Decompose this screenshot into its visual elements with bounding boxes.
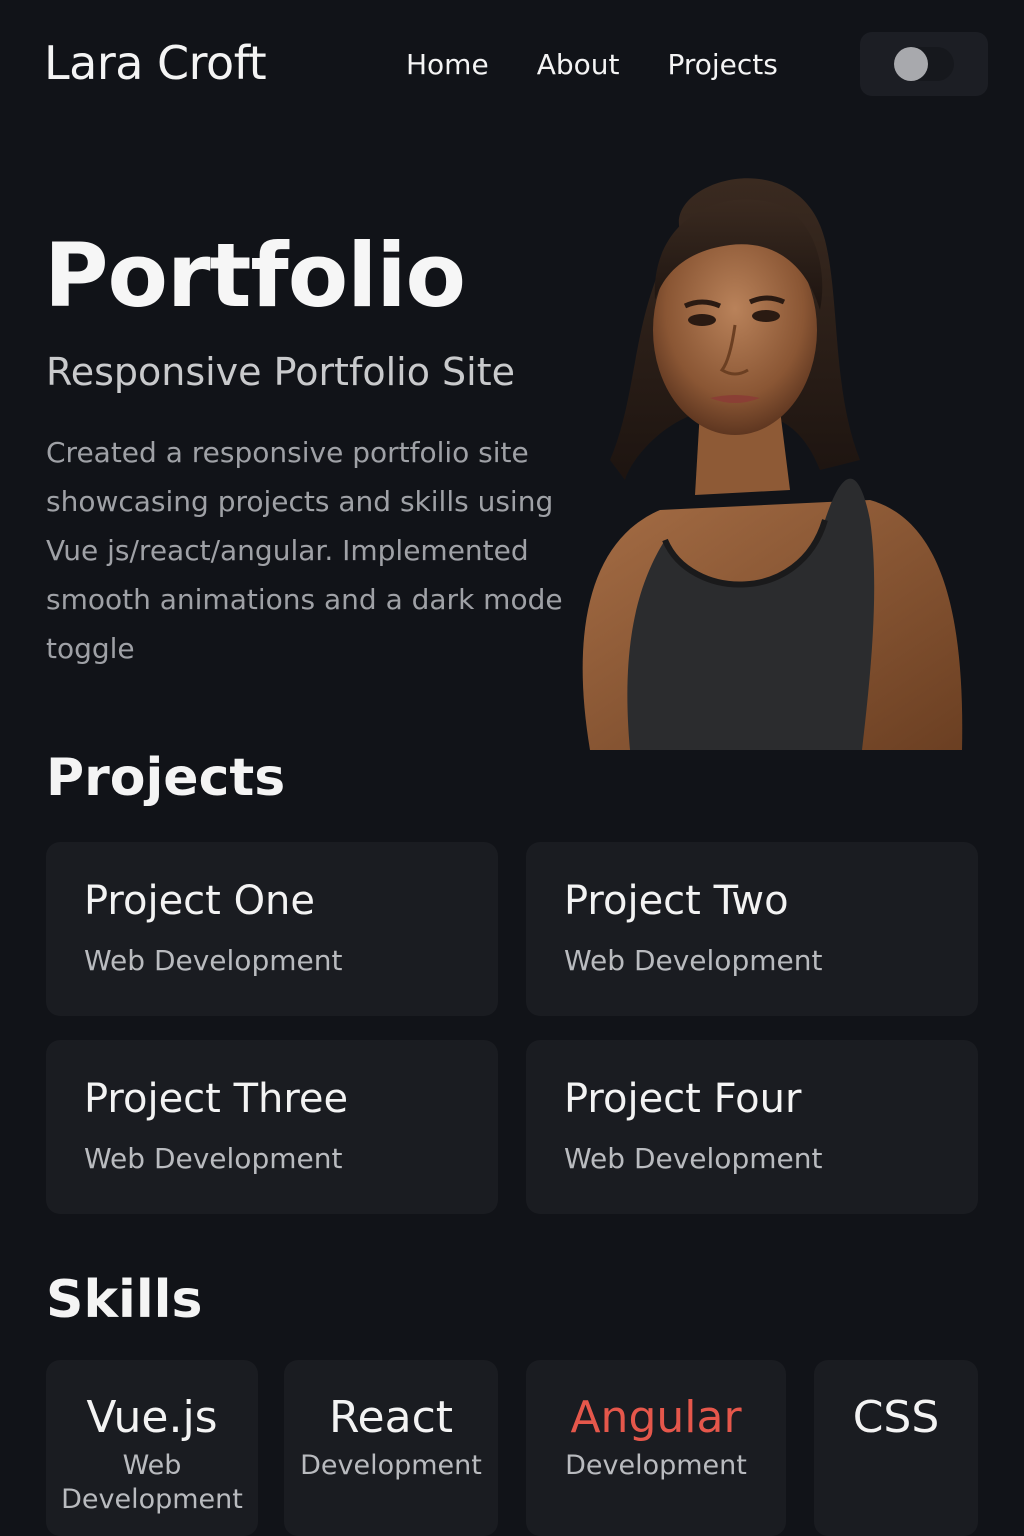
project-category: Web Development	[564, 944, 823, 977]
nav-home-link[interactable]: Home	[406, 48, 489, 81]
skill-card[interactable]: Vue.js Web Development	[46, 1360, 258, 1536]
project-category: Web Development	[84, 1142, 343, 1175]
skill-card[interactable]: React Development	[284, 1360, 498, 1536]
brand-name[interactable]: Lara Croft	[44, 36, 267, 90]
nav-about-link[interactable]: About	[537, 48, 620, 81]
skill-card[interactable]: Angular Development	[526, 1360, 786, 1536]
nav-projects-link[interactable]: Projects	[667, 48, 777, 81]
skill-description: Development	[565, 1450, 747, 1481]
project-title: Project One	[84, 878, 316, 924]
toggle-knob	[894, 47, 928, 81]
toggle-switch-icon[interactable]	[894, 47, 954, 81]
project-card[interactable]: Project One Web Development	[46, 842, 498, 1016]
main-nav: Home About Projects	[406, 48, 778, 81]
skill-card[interactable]: CSS	[814, 1360, 978, 1536]
skills-heading: Skills	[46, 1270, 203, 1330]
skill-name: Vue.js	[86, 1392, 218, 1443]
portrait-image	[582, 178, 963, 750]
project-card[interactable]: Project Three Web Development	[46, 1040, 498, 1214]
skill-description: Web Development	[61, 1450, 243, 1515]
project-category: Web Development	[84, 944, 343, 977]
project-title: Project Three	[84, 1076, 349, 1122]
skill-name: Angular	[570, 1392, 742, 1443]
project-card[interactable]: Project Two Web Development	[526, 842, 978, 1016]
project-title: Project Four	[564, 1076, 802, 1122]
project-title: Project Two	[564, 878, 789, 924]
project-category: Web Development	[564, 1142, 823, 1175]
hero-subtitle: Responsive Portfolio Site	[46, 350, 515, 394]
project-card[interactable]: Project Four Web Development	[526, 1040, 978, 1214]
projects-heading: Projects	[46, 748, 286, 808]
hero-description: Created a responsive portfolio site show…	[46, 436, 563, 665]
skill-description: Development	[300, 1450, 482, 1481]
hero-title: Portfolio	[44, 224, 466, 327]
skill-name: CSS	[852, 1392, 940, 1443]
skill-name: React	[328, 1392, 454, 1443]
site-header: Lara Croft Home About Projects	[0, 0, 1024, 130]
theme-toggle-button[interactable]	[860, 32, 988, 96]
portfolio-page: Lara Croft Home About Projects Portfolio…	[0, 0, 1024, 1536]
